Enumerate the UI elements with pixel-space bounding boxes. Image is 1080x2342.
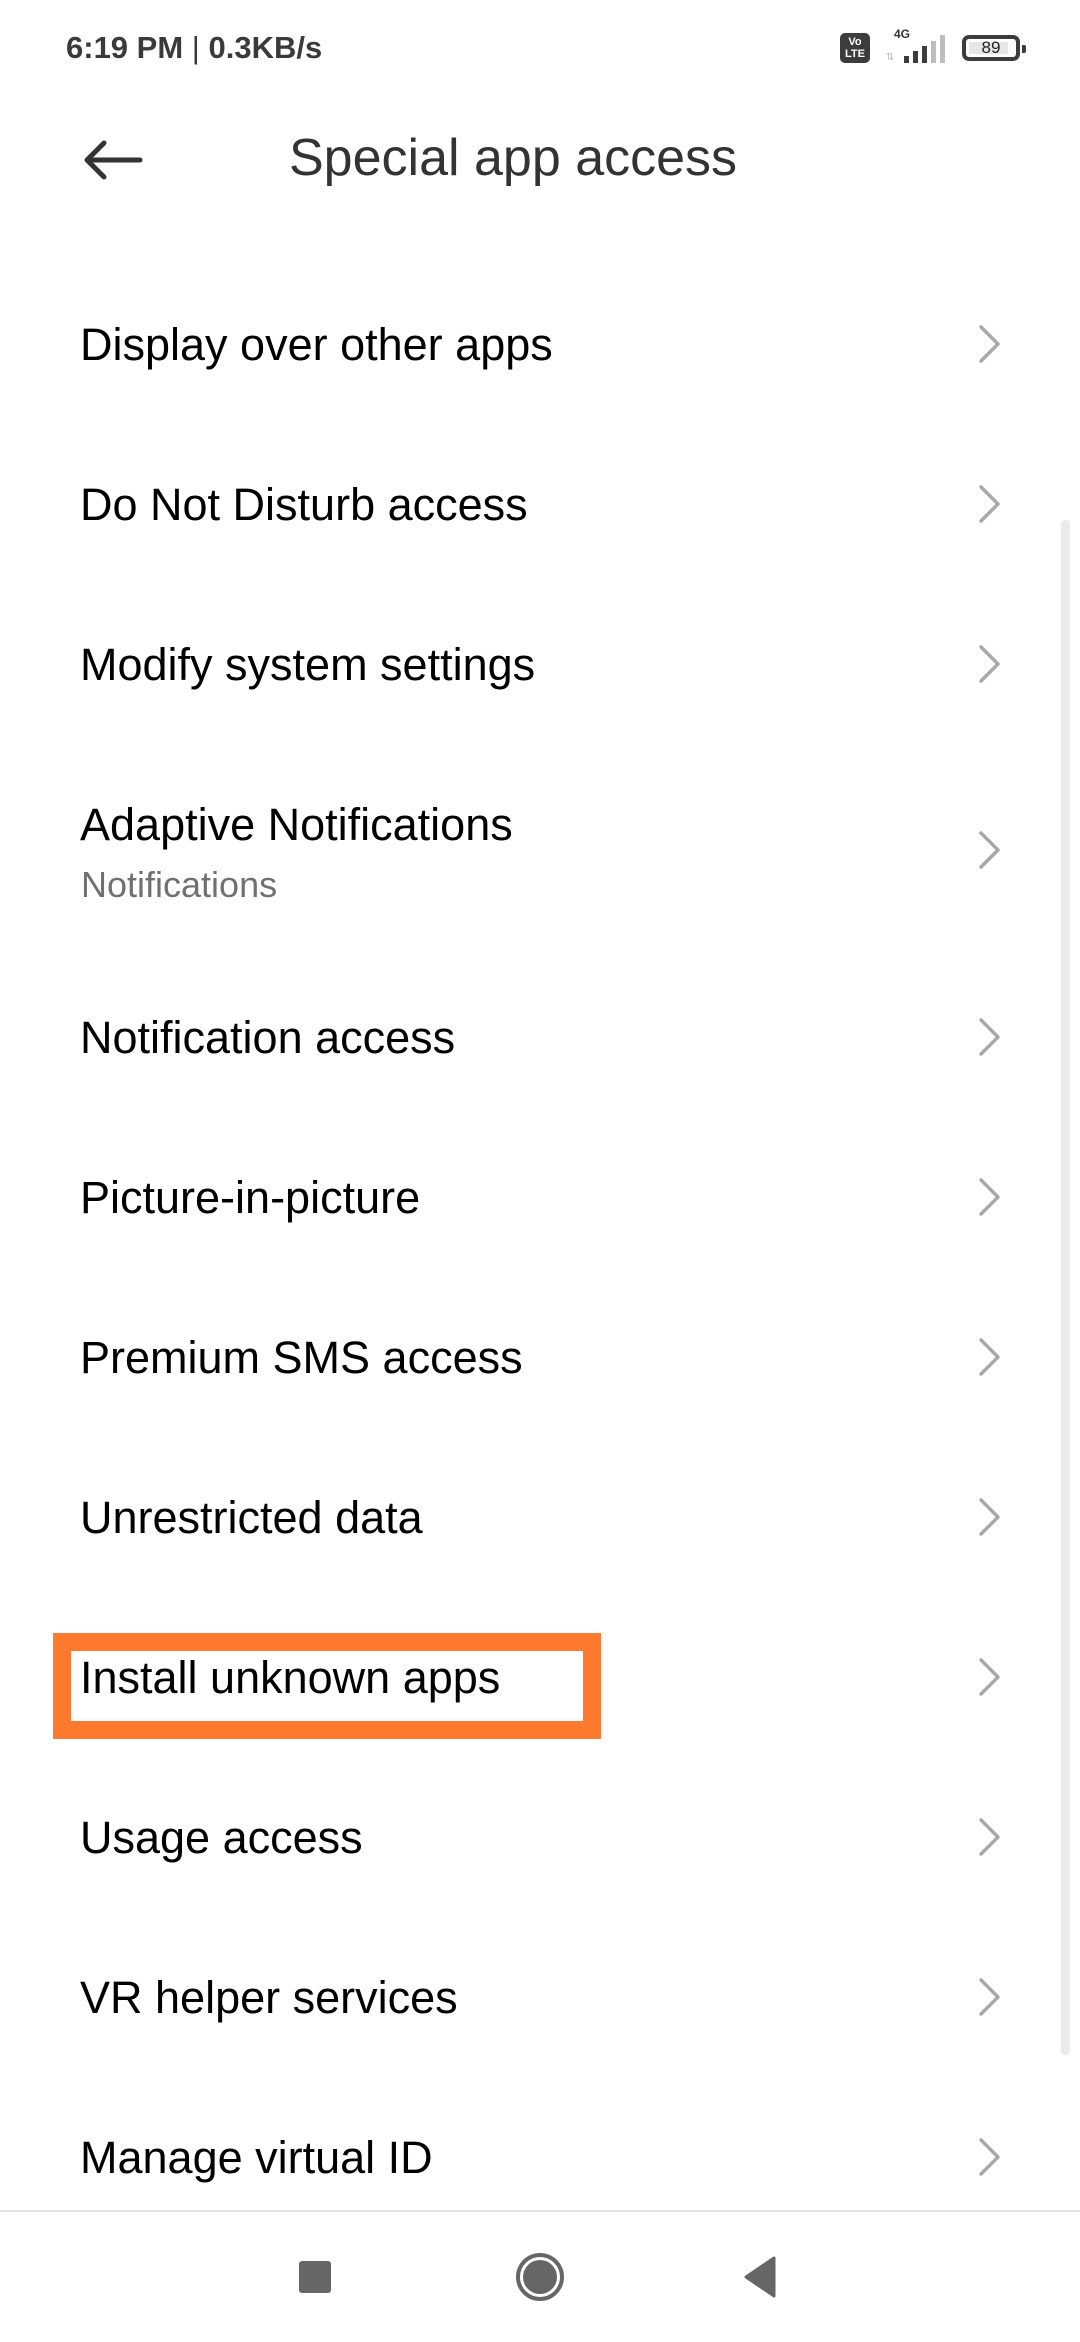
chevron-right-icon <box>979 325 1000 363</box>
list-item-unrestricted-data[interactable]: Unrestricted data <box>0 1437 1080 1597</box>
status-icons: Vo LTE 4G ⇅ 89 <box>840 27 1026 68</box>
item-label: Notification access <box>80 1012 456 1063</box>
chevron-right-icon <box>979 645 1000 683</box>
scrollbar[interactable] <box>1061 520 1070 2055</box>
item-label: Adaptive Notifications <box>80 799 513 850</box>
navigation-bar <box>0 2210 1080 2342</box>
clock: 6:19 PM <box>66 30 184 65</box>
chevron-right-icon <box>979 1178 1000 1216</box>
signal-bar <box>940 35 945 63</box>
list-item-vr-helper-services[interactable]: VR helper services <box>0 1917 1080 2077</box>
nav-back-button[interactable] <box>715 2232 805 2322</box>
signal-bar <box>913 51 918 63</box>
list-item-premium-sms-access[interactable]: Premium SMS access <box>0 1277 1080 1437</box>
home-button[interactable] <box>495 2232 585 2322</box>
item-label: Do Not Disturb access <box>80 479 528 530</box>
volte-icon: Vo LTE <box>840 33 870 63</box>
list-item-notification-access[interactable]: Notification access <box>0 957 1080 1117</box>
item-label: Picture-in-picture <box>80 1172 421 1223</box>
item-label: Modify system settings <box>80 639 536 690</box>
back-button[interactable] <box>78 135 148 185</box>
page-title: Special app access <box>289 129 738 187</box>
chevron-right-icon <box>979 485 1000 523</box>
network-speed: 0.3KB/s <box>208 30 323 65</box>
status-separator: | <box>191 30 200 65</box>
item-label: Premium SMS access <box>80 1332 523 1383</box>
network-type: 4G <box>894 27 911 41</box>
volte-text-bottom: LTE <box>845 48 865 60</box>
battery-icon: 89 <box>962 35 1026 61</box>
list-item-display-over-other-apps[interactable]: Display over other apps <box>0 264 1080 424</box>
signal-icon: 4G ⇅ <box>886 27 946 65</box>
status-left: 6:19 PM | 0.3KB/s <box>66 30 322 66</box>
triangle-back-icon <box>744 2256 776 2298</box>
list-item-do-not-disturb-access[interactable]: Do Not Disturb access <box>0 424 1080 584</box>
circle-dot <box>523 2260 557 2294</box>
chevron-right-icon <box>979 2138 1000 2176</box>
chevron-right-icon <box>979 1018 1000 1056</box>
chevron-right-icon <box>979 1498 1000 1536</box>
chevron-right-icon <box>979 1338 1000 1376</box>
signal-bar <box>931 41 936 63</box>
status-bar: 6:19 PM | 0.3KB/s Vo LTE 4G ⇅ 89 <box>0 0 1080 100</box>
item-label: VR helper services <box>80 1972 458 2023</box>
settings-list: Display over other apps Do Not Disturb a… <box>0 264 1080 2237</box>
data-arrows-icon: ⇅ <box>886 52 895 63</box>
chevron-right-icon <box>979 1658 1000 1696</box>
item-label: Usage access <box>80 1812 363 1863</box>
item-label: Unrestricted data <box>80 1492 423 1543</box>
recent-apps-button[interactable] <box>270 2232 360 2322</box>
chevron-right-icon <box>979 831 1000 869</box>
item-label: Display over other apps <box>80 319 553 370</box>
app-bar: Special app access <box>0 100 1080 220</box>
chevron-right-icon <box>979 1818 1000 1856</box>
battery-level: 89 <box>981 38 1001 57</box>
list-item-adaptive-notifications[interactable]: Adaptive Notifications Notifications <box>0 744 1080 957</box>
arrow-left-icon <box>84 140 143 180</box>
list-item-usage-access[interactable]: Usage access <box>0 1757 1080 1917</box>
list-item-picture-in-picture[interactable]: Picture-in-picture <box>0 1117 1080 1277</box>
square-icon <box>299 2261 331 2293</box>
chevron-right-icon <box>979 1978 1000 2016</box>
circle-icon <box>516 2253 564 2301</box>
volte-text-top: Vo <box>848 36 862 48</box>
list-item-modify-system-settings[interactable]: Modify system settings <box>0 584 1080 744</box>
item-subtitle: Notifications <box>81 864 278 905</box>
item-label: Install unknown apps <box>80 1652 501 1703</box>
signal-bar <box>904 56 909 63</box>
list-item-install-unknown-apps[interactable]: Install unknown apps <box>0 1597 1080 1757</box>
signal-bar <box>922 46 927 63</box>
item-label: Manage virtual ID <box>80 2132 433 2183</box>
